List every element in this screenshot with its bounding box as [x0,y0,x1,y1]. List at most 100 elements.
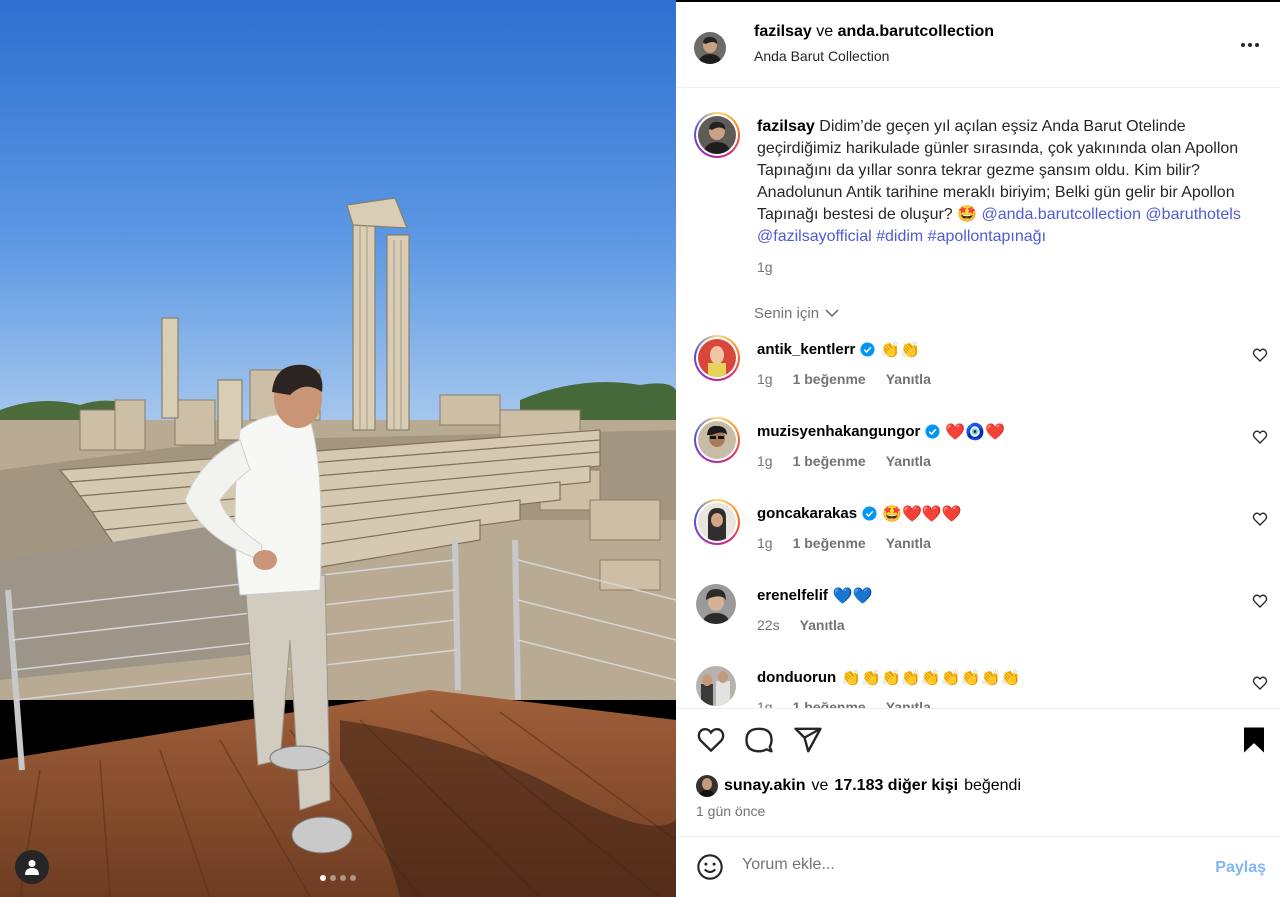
comment-text: 🤩❤️❤️❤️ [882,504,962,523]
avatar-image [696,584,736,624]
comment-time[interactable]: 1g [757,371,773,387]
comment-username[interactable]: donduorun [757,669,836,686]
emoji-picker-icon[interactable] [696,853,724,881]
post-time-ago[interactable]: 1 gün önce [696,803,765,819]
carousel-dot[interactable] [350,875,356,881]
comment-sort-dropdown[interactable]: Senin için [754,305,839,322]
comment-likes[interactable]: 1 beğenme [793,699,866,708]
comment-username[interactable]: goncakarakas [757,505,857,522]
comment-meta: 1g 1 beğenme Yanıtla [757,535,931,551]
carousel-dot[interactable] [340,875,346,881]
liker-username[interactable]: sunay.akin [724,777,806,795]
caption-avatar[interactable] [694,112,740,158]
comment-sort-label: Senin için [754,305,820,322]
comment-like-heart-icon[interactable] [1252,593,1268,609]
reply-button[interactable]: Yanıtla [886,699,931,708]
comment-avatar[interactable] [694,499,740,545]
caption-timestamp[interactable]: 1g [757,259,773,275]
avatar-image [696,666,736,706]
comment-item: muzisyenhakangungor ❤️🧿❤️ 1g 1 beğenme Y… [676,417,1280,499]
comment-meta: 22s Yanıtla [757,617,845,633]
post-header: fazilsay ve anda.barutcollection Anda Ba… [676,2,1280,88]
comment-avatar[interactable] [694,335,740,381]
likes-summary: sunay.akin ve 17.183 diğer kişi beğendi [696,775,1021,797]
avatar-image [698,116,736,154]
post-side-panel: fazilsay ve anda.barutcollection Anda Ba… [676,0,1280,897]
share-plane-icon[interactable] [793,725,823,755]
comment-item: erenelfelif 💙💙 22s Yanıtla [676,581,1280,663]
reply-button[interactable]: Yanıtla [800,617,845,633]
carousel-dot[interactable] [330,875,336,881]
add-comment-bar: Paylaş [676,837,1280,897]
comment-time[interactable]: 1g [757,535,773,551]
comment-meta: 1g 1 beğenme Yanıtla [757,453,931,469]
caption-username[interactable]: fazilsay [757,118,815,135]
comment-like-heart-icon[interactable] [1252,429,1268,445]
post-owners: fazilsay ve anda.barutcollection [754,23,994,41]
comment-bubble-icon[interactable] [744,725,774,755]
post-location[interactable]: Anda Barut Collection [754,48,889,64]
chevron-down-icon [825,309,839,318]
carousel-dots [0,875,676,881]
post-comment-button[interactable]: Paylaş [1215,859,1266,877]
comment-header: antik_kentlerr 👏👏 [757,340,920,359]
comment-like-heart-icon[interactable] [1252,511,1268,527]
avatar-image [696,775,718,797]
comment-like-heart-icon[interactable] [1252,675,1268,691]
post-photo[interactable] [0,0,676,897]
comment-avatar[interactable] [696,584,736,624]
like-heart-icon[interactable] [696,725,726,755]
comment-text: ❤️🧿❤️ [945,422,1006,441]
comment-like-heart-icon[interactable] [1252,347,1268,363]
comment-username[interactable]: erenelfelif [757,587,828,604]
comment-header: donduorun 👏👏👏👏👏👏👏👏👏 [757,668,1020,687]
comment-item: antik_kentlerr 👏👏 1g 1 beğenme Yanıtla [676,335,1280,417]
likes-suffix: beğendi [964,777,1022,794]
comment-meta: 1g 1 beğenme Yanıtla [757,699,931,708]
caption-mention[interactable]: @anda.barutcollection [982,206,1141,223]
save-bookmark-icon[interactable] [1239,725,1269,755]
comment-text: 👏👏👏👏👏👏👏👏👏 [841,668,1021,687]
owner-avatar[interactable] [694,32,726,64]
comment-meta: 1g 1 beğenme Yanıtla [757,371,931,387]
comments-list[interactable]: fazilsay Didim’de geçen yıl açılan eşsiz… [676,88,1280,708]
comment-text: 💙💙 [832,586,873,605]
comment-username[interactable]: muzisyenhakangungor [757,423,920,440]
user-icon [25,860,39,875]
verified-badge-icon [862,506,877,521]
owner-username[interactable]: fazilsay [754,23,812,40]
dot [1248,43,1252,47]
reply-button[interactable]: Yanıtla [886,453,931,469]
likes-connector: ve [811,777,829,794]
comment-text: 👏👏 [880,340,921,359]
apollon-temple-photo [0,0,676,897]
comment-likes[interactable]: 1 beğenme [793,453,866,469]
comment-likes[interactable]: 1 beğenme [793,371,866,387]
more-options-button[interactable] [1238,35,1262,55]
verified-badge-icon [860,342,875,357]
comment-input[interactable] [742,856,1202,874]
post-actions [676,720,1280,760]
carousel-dot[interactable] [320,875,326,881]
reply-button[interactable]: Yanıtla [886,535,931,551]
likes-others-count[interactable]: 17.183 diğer kişi [834,777,958,795]
comment-time[interactable]: 22s [757,617,780,633]
comment-item: donduorun 👏👏👏👏👏👏👏👏👏 1g 1 beğenme Yanıtla [676,663,1280,708]
owner-connector: ve [811,23,838,40]
comment-likes[interactable]: 1 beğenme [793,535,866,551]
avatar-image [698,421,736,459]
liker-avatar[interactable] [696,775,718,797]
collaborator-username[interactable]: anda.barutcollection [838,23,994,40]
comment-username[interactable]: antik_kentlerr [757,341,855,358]
comment-header: goncakarakas 🤩❤️❤️❤️ [757,504,962,523]
avatar-image [698,503,736,541]
comment-avatar[interactable] [696,666,736,706]
avatar-image [698,339,736,377]
reply-button[interactable]: Yanıtla [886,371,931,387]
comment-time[interactable]: 1g [757,699,773,708]
post-caption: fazilsay Didim’de geçen yıl açılan eşsiz… [757,116,1272,248]
comment-avatar[interactable] [694,417,740,463]
comment-time[interactable]: 1g [757,453,773,469]
comment-header: muzisyenhakangungor ❤️🧿❤️ [757,422,1005,441]
dot [1255,43,1259,47]
